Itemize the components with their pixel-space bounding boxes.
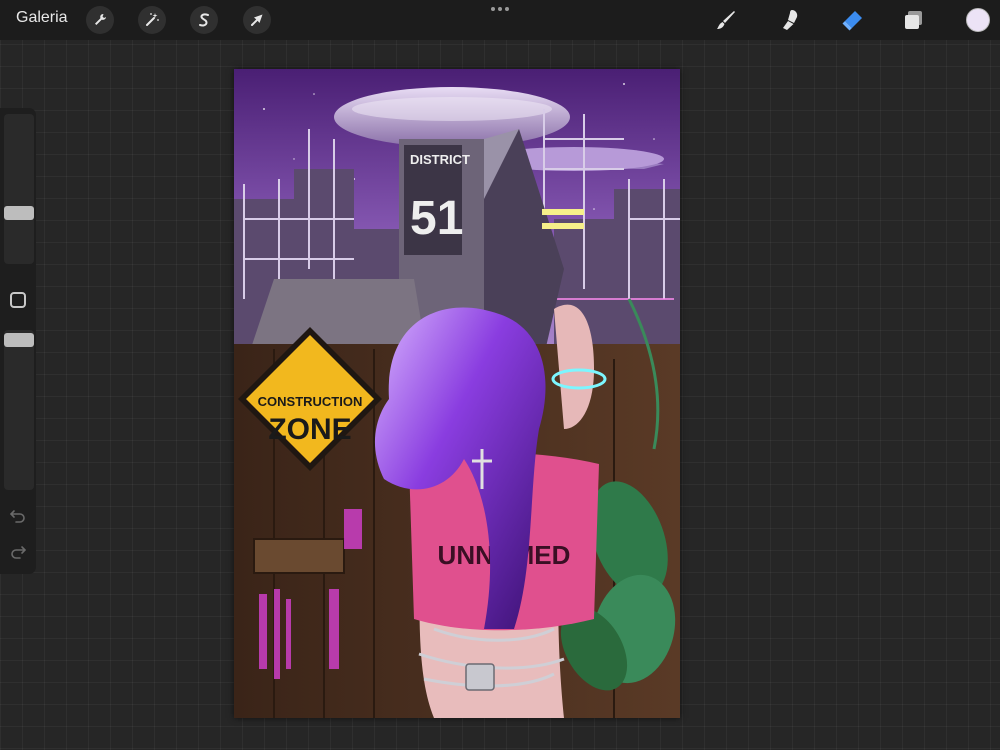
brush-size-slider[interactable]	[4, 114, 34, 264]
selection-button[interactable]	[190, 6, 218, 34]
transform-button[interactable]	[243, 6, 271, 34]
sign-text-line1: CONSTRUCTION	[258, 394, 363, 409]
modifier-square-icon[interactable]	[10, 292, 26, 308]
brush-size-thumb[interactable]	[4, 206, 34, 221]
eraser-tool-button[interactable]	[838, 6, 866, 34]
tower-sign-district: DISTRICT	[410, 152, 470, 167]
transform-arrow-icon	[251, 14, 263, 26]
padlock	[465, 663, 495, 691]
undo-icon[interactable]	[9, 506, 27, 524]
layers-icon	[905, 11, 922, 29]
brush-icon	[717, 11, 735, 29]
top-toolbar: Galeria	[0, 0, 1000, 40]
eraser-icon	[842, 11, 862, 31]
wrench-icon	[95, 14, 106, 25]
artwork-illustration: DISTRICT 51 CONSTRUCTION ZONE	[234, 69, 680, 718]
opacity-thumb[interactable]	[4, 332, 34, 347]
brush-tool-button[interactable]	[712, 6, 740, 34]
artwork-canvas[interactable]: DISTRICT 51 CONSTRUCTION ZONE	[234, 69, 680, 718]
left-sidebar	[0, 108, 36, 574]
redo-icon[interactable]	[9, 542, 27, 560]
selection-s-icon	[199, 13, 209, 27]
adjustments-button[interactable]	[138, 6, 166, 34]
magic-wand-icon	[146, 13, 159, 26]
more-options-icon[interactable]	[489, 2, 511, 16]
color-picker-button[interactable]	[966, 8, 990, 32]
tower-sign-number: 51	[410, 192, 463, 245]
layers-button[interactable]	[900, 6, 928, 34]
smudge-tool-button[interactable]	[776, 6, 804, 34]
fence-board	[253, 538, 345, 574]
smudge-finger-icon	[783, 10, 798, 30]
gallery-button[interactable]: Galeria	[16, 9, 68, 27]
opacity-slider[interactable]	[4, 330, 34, 490]
actions-button[interactable]	[86, 6, 114, 34]
sign-text-line2: ZONE	[268, 413, 351, 446]
